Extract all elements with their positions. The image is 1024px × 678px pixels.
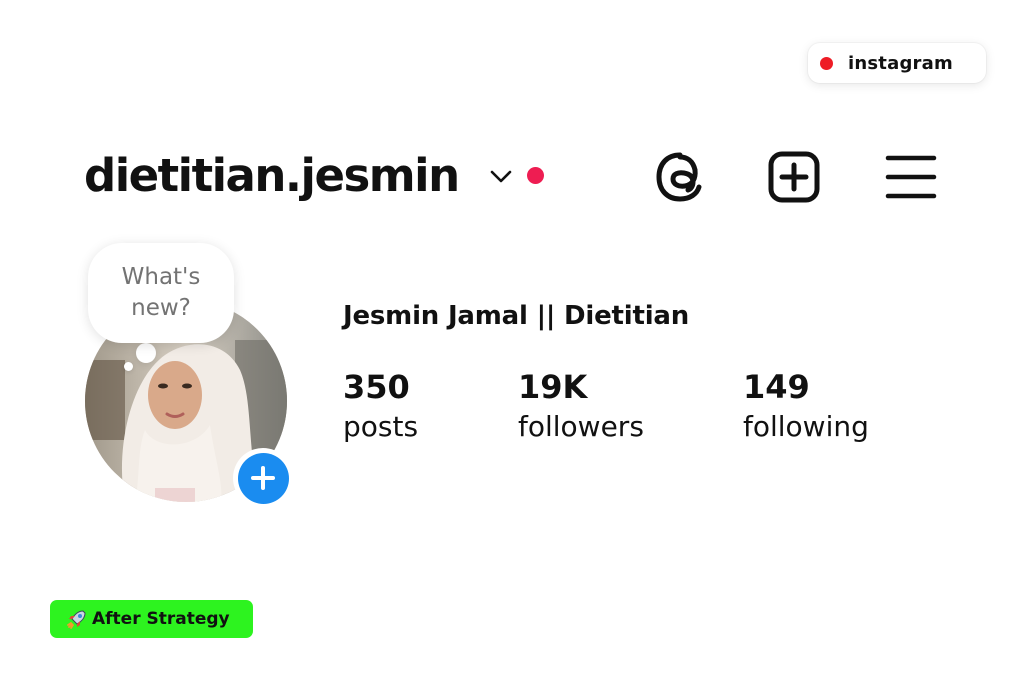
stat-label: posts	[343, 410, 419, 443]
strategy-label: After Strategy	[92, 609, 230, 629]
stat-value: 19K	[518, 368, 588, 406]
profile-username[interactable]: dietitian.jesmin	[84, 148, 460, 204]
platform-tag: instagram	[808, 43, 986, 83]
stat-label: following	[743, 410, 869, 443]
plus-icon	[251, 466, 275, 490]
stat-value: 350	[343, 368, 410, 406]
stat-followers[interactable]: 19K followers	[518, 367, 644, 447]
note-bubble-tail	[124, 362, 133, 371]
chevron-down-icon[interactable]	[488, 166, 514, 186]
stat-value: 149	[743, 368, 810, 406]
profile-display-name: Jesmin Jamal || Dietitian	[343, 301, 690, 331]
add-story-button[interactable]	[233, 448, 293, 508]
note-text: What's new?	[121, 264, 201, 321]
strategy-badge: After Strategy	[50, 600, 253, 638]
stat-posts[interactable]: 350 posts	[343, 367, 418, 447]
stat-label: followers	[518, 410, 644, 443]
notification-dot	[527, 167, 544, 184]
platform-dot	[820, 56, 833, 70]
platform-label: instagram	[848, 52, 953, 74]
note-bubble-tail	[136, 343, 156, 363]
menu-icon[interactable]	[883, 149, 939, 205]
note-bubble[interactable]: What's new?	[88, 243, 234, 343]
create-post-icon[interactable]	[766, 149, 822, 205]
add-story-circle	[237, 452, 289, 504]
threads-icon[interactable]	[652, 149, 708, 205]
rocket-icon	[67, 610, 86, 629]
stat-following[interactable]: 149 following	[743, 367, 869, 447]
